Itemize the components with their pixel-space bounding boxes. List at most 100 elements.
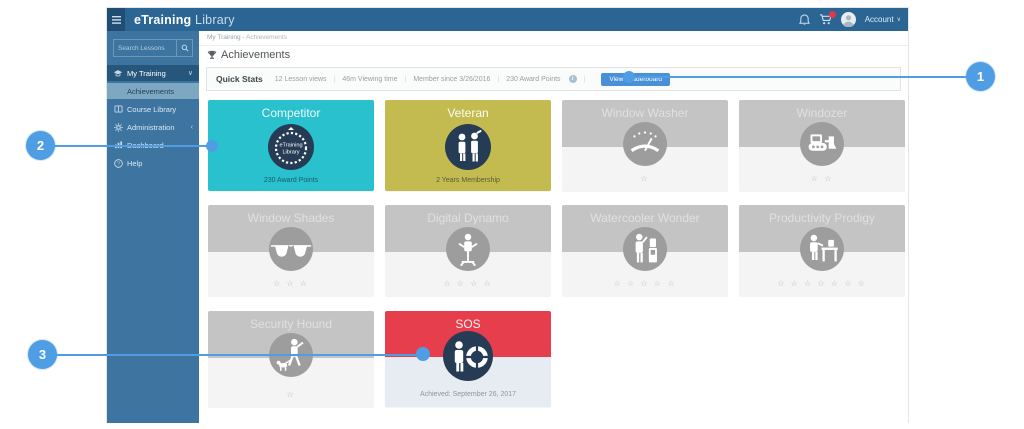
star-rating: ☆ ☆ [739, 174, 905, 183]
annotation-number-1: 1 [977, 69, 984, 84]
sidebar-item-achievements[interactable]: Achievements [107, 83, 199, 99]
stat-separator: | [405, 76, 407, 83]
app-window: eTraining Library Account ∨ [106, 7, 909, 423]
badge-title: Window Shades [208, 211, 374, 225]
stat-item: 230 Award Points [506, 76, 560, 83]
star-rating: ☆ ☆ ☆ ☆ ☆ [562, 279, 728, 288]
divider [199, 45, 908, 46]
svg-text:eTraining: eTraining [279, 143, 302, 149]
trophy-icon [207, 50, 217, 60]
app-logo[interactable]: eTraining Library [134, 13, 235, 27]
sidebar-item-help[interactable]: ? Help [107, 155, 199, 171]
stat-separator: | [497, 76, 499, 83]
cart-icon[interactable] [819, 14, 832, 25]
laurel-emblem-icon: eTrainingLibrary [268, 124, 314, 170]
caret-icon: ∨ [188, 69, 193, 77]
search-box [113, 39, 193, 57]
annotation-line-2 [50, 145, 214, 147]
annotation-number-2: 2 [37, 138, 44, 153]
badge-title: Productivity Prodigy [739, 211, 905, 225]
badge-title: Window Washer [562, 106, 728, 120]
sidebar-item-label: My Training [127, 69, 166, 78]
badge-card-security-hound[interactable]: Security Hound ☆ [208, 311, 374, 407]
badge-title: Security Hound [208, 317, 374, 331]
header-right-cluster: Account ∨ [799, 8, 901, 31]
sidebar-item-label: Help [127, 159, 142, 168]
search-icon[interactable] [176, 40, 192, 56]
badge-card-veteran[interactable]: Veteran 2 Years Membership [385, 100, 551, 191]
screenshot-canvas: eTraining Library Account ∨ [0, 0, 1024, 429]
breadcrumb-parent[interactable]: My Training [207, 34, 241, 41]
windshield-wiper-icon [623, 122, 667, 166]
bell-icon[interactable] [799, 14, 810, 26]
badge-card-window-shades[interactable]: Window Shades ☆ ☆ ☆ [208, 205, 374, 296]
badge-card-sos[interactable]: SOSAchieved: September 26, 2017 [385, 311, 551, 407]
hamburger-menu-icon[interactable] [107, 8, 125, 31]
badge-card-window-washer[interactable]: Window Washer ☆ [562, 100, 728, 191]
top-navbar: eTraining Library Account ∨ [107, 8, 908, 31]
sidebar-item-label: Achievements [127, 87, 174, 96]
badge-card-watercooler-wonder[interactable]: Watercooler Wonder☆ ☆ ☆ ☆ ☆ [562, 205, 728, 296]
svg-text:?: ? [117, 161, 120, 167]
page-title-label: Achievements [221, 49, 290, 61]
notification-badge [829, 11, 836, 18]
breadcrumb: My Training - Achievements [207, 34, 287, 41]
sidebar-item-administration[interactable]: Administration ‹ [107, 119, 199, 135]
graduation-cap-icon [113, 69, 123, 78]
badge-title: Competitor [208, 106, 374, 120]
badge-card-windozer[interactable]: Windozer☆ ☆ [739, 100, 905, 191]
account-label: Account [865, 15, 894, 24]
annotation-dot-2 [206, 140, 218, 152]
sidebar-item-label: Administration [127, 123, 175, 132]
avatar[interactable] [841, 12, 856, 27]
stat-item: 12 Lesson views [275, 76, 327, 83]
sidebar-item-course-library[interactable]: Course Library [107, 101, 199, 117]
help-icon: ? [113, 159, 123, 168]
badge-caption: 230 Award Points [208, 177, 374, 184]
search-input[interactable] [114, 40, 176, 56]
quick-stats-bar: Quick Stats 12 Lesson views|46m Viewing … [206, 67, 901, 91]
breadcrumb-separator: - [242, 34, 244, 41]
main-content: My Training - Achievements Achievements … [199, 31, 908, 423]
sunglasses-icon [269, 227, 313, 271]
quick-stats-title: Quick Stats [216, 74, 263, 84]
stat-item: Member since 3/26/2016 [413, 76, 490, 83]
badge-card-productivity-prodigy[interactable]: Productivity Prodigy ☆ ☆ ☆ ☆ ☆ ☆ ☆ [739, 205, 905, 296]
star-rating: ☆ [208, 390, 374, 399]
annotation-marker-3: 3 [28, 340, 57, 369]
gear-icon [113, 123, 123, 132]
badge-title: SOS [385, 317, 551, 331]
badge-title: Veteran [385, 106, 551, 120]
info-icon[interactable]: i [569, 75, 577, 83]
star-rating: ☆ ☆ ☆ ☆ [385, 279, 551, 288]
annotation-line-1 [630, 76, 968, 78]
annotation-dot-1 [623, 71, 635, 83]
account-dropdown[interactable]: Account ∨ [865, 15, 901, 24]
chevron-down-icon: ∨ [897, 16, 901, 23]
breadcrumb-current: Achievements [246, 34, 287, 41]
caret-icon: ‹ [191, 124, 193, 131]
star-rating: ☆ [562, 174, 728, 183]
bulldozer-icon [800, 122, 844, 166]
badge-caption: 2 Years Membership [385, 177, 551, 184]
stat-separator: | [584, 76, 586, 83]
badge-title: Digital Dynamo [385, 211, 551, 225]
view-leaderboard-button[interactable]: View Leaderboard [601, 73, 670, 86]
sidebar-item-my-training[interactable]: My Training ∨ [107, 65, 199, 81]
badge-card-digital-dynamo[interactable]: Digital Dynamo ☆ ☆ ☆ ☆ [385, 205, 551, 296]
office-chair-icon [446, 227, 490, 271]
badge-card-competitor[interactable]: Competitor eTrainingLibrary 230 Award Poin… [208, 100, 374, 191]
star-rating: ☆ ☆ ☆ ☆ ☆ ☆ ☆ [739, 279, 905, 288]
star-rating: ☆ ☆ ☆ [208, 279, 374, 288]
svg-text:Library: Library [282, 150, 299, 156]
annotation-dot-3 [416, 347, 430, 361]
annotation-line-3 [52, 354, 424, 356]
stat-separator: | [334, 76, 336, 83]
life-ring-icon [443, 331, 493, 381]
annotation-number-3: 3 [39, 347, 46, 362]
annotation-marker-1: 1 [966, 62, 995, 91]
veterans-icon [445, 124, 491, 170]
page-title: Achievements [207, 49, 290, 61]
desk-worker-icon [800, 227, 844, 271]
sidebar-item-label: Course Library [127, 105, 176, 114]
